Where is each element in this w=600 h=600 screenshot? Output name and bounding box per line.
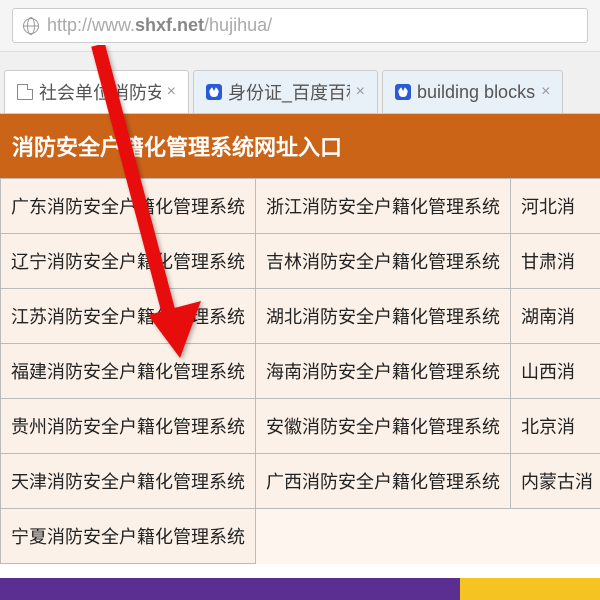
- tab-bar: 社会单位消防安 × 身份证_百度百科 × building blocks ×: [0, 52, 600, 114]
- table-row: 天津消防安全户籍化管理系统广西消防安全户籍化管理系统内蒙古消: [1, 454, 600, 509]
- table-cell[interactable]: 广东消防安全户籍化管理系统: [1, 179, 256, 234]
- table-cell[interactable]: 宁夏消防安全户籍化管理系统: [1, 509, 256, 564]
- tab-title: 社会单位消防安: [39, 79, 161, 105]
- table-row: 贵州消防安全户籍化管理系统安徽消防安全户籍化管理系统北京消: [1, 399, 600, 454]
- table-cell[interactable]: 天津消防安全户籍化管理系统: [1, 454, 256, 509]
- tab-1[interactable]: 社会单位消防安 ×: [4, 70, 189, 113]
- table-cell[interactable]: 山西消: [511, 344, 600, 399]
- section-header: 消防安全户籍化管理系统网址入口: [0, 114, 600, 178]
- tab-title: building blocks: [417, 82, 535, 103]
- close-icon[interactable]: ×: [356, 84, 365, 100]
- table-cell[interactable]: 安徽消防安全户籍化管理系统: [256, 399, 511, 454]
- tab-3[interactable]: building blocks ×: [382, 70, 563, 113]
- page-icon: [17, 84, 33, 100]
- table-cell[interactable]: 北京消: [511, 399, 600, 454]
- globe-icon: [23, 18, 39, 34]
- table-cell[interactable]: 甘肃消: [511, 234, 600, 289]
- table-row: 辽宁消防安全户籍化管理系统吉林消防安全户籍化管理系统甘肃消: [1, 234, 600, 289]
- url-text: http://www.shxf.net/hujihua/: [47, 15, 272, 36]
- table-cell[interactable]: 河北消: [511, 179, 600, 234]
- links-table: 广东消防安全户籍化管理系统浙江消防安全户籍化管理系统河北消辽宁消防安全户籍化管理…: [0, 178, 600, 564]
- table-cell[interactable]: 海南消防安全户籍化管理系统: [256, 344, 511, 399]
- url-input[interactable]: http://www.shxf.net/hujihua/: [12, 8, 588, 43]
- table-cell[interactable]: 吉林消防安全户籍化管理系统: [256, 234, 511, 289]
- table-cell[interactable]: 广西消防安全户籍化管理系统: [256, 454, 511, 509]
- address-bar: http://www.shxf.net/hujihua/: [0, 0, 600, 52]
- tab-title: 身份证_百度百科: [228, 79, 350, 105]
- baidu-icon: [206, 84, 222, 100]
- table-cell[interactable]: 湖南消: [511, 289, 600, 344]
- table-cell[interactable]: 福建消防安全户籍化管理系统: [1, 344, 256, 399]
- close-icon[interactable]: ×: [167, 84, 176, 100]
- table-row: 江苏消防安全户籍化管理系统湖北消防安全户籍化管理系统湖南消: [1, 289, 600, 344]
- table-cell[interactable]: 贵州消防安全户籍化管理系统: [1, 399, 256, 454]
- content-area: 消防安全户籍化管理系统网址入口 广东消防安全户籍化管理系统浙江消防安全户籍化管理…: [0, 114, 600, 564]
- table-cell[interactable]: 浙江消防安全户籍化管理系统: [256, 179, 511, 234]
- table-cell[interactable]: 辽宁消防安全户籍化管理系统: [1, 234, 256, 289]
- table-cell[interactable]: 内蒙古消: [511, 454, 600, 509]
- table-row: 宁夏消防安全户籍化管理系统: [1, 509, 600, 564]
- table-row: 福建消防安全户籍化管理系统海南消防安全户籍化管理系统山西消: [1, 344, 600, 399]
- close-icon[interactable]: ×: [541, 84, 550, 100]
- tab-2[interactable]: 身份证_百度百科 ×: [193, 70, 378, 113]
- footer-bar: [0, 578, 600, 600]
- table-cell[interactable]: 湖北消防安全户籍化管理系统: [256, 289, 511, 344]
- table-cell[interactable]: 江苏消防安全户籍化管理系统: [1, 289, 256, 344]
- table-row: 广东消防安全户籍化管理系统浙江消防安全户籍化管理系统河北消: [1, 179, 600, 234]
- baidu-icon: [395, 84, 411, 100]
